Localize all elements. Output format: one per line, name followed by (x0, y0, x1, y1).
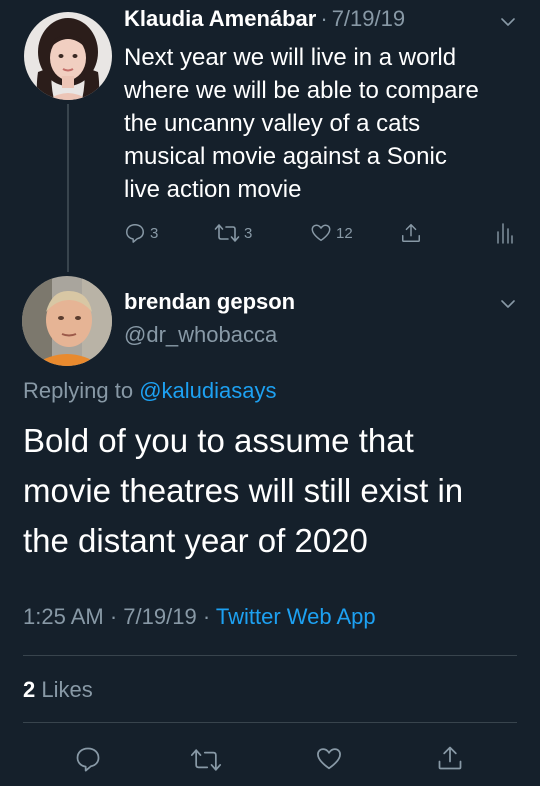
tweet2-author-name[interactable]: brendan gepson (124, 289, 295, 315)
retweet-icon (190, 746, 222, 774)
tweet2-meta: 1:25 AM · 7/19/19 · Twitter Web App (23, 604, 376, 630)
tweet1-separator: · (320, 6, 328, 31)
tweet1-like-count: 12 (336, 224, 353, 242)
tweet1-retweet-button[interactable]: 3 (214, 222, 252, 244)
like-icon (310, 222, 332, 244)
avatar-klaudia[interactable] (24, 12, 112, 100)
tweet2-time: 1:25 AM (23, 604, 104, 629)
share-icon (436, 743, 464, 773)
reply-icon (124, 222, 146, 244)
replying-to-handle[interactable]: @kaludiasays (139, 378, 276, 403)
likes-count: 2 (23, 677, 36, 702)
tweet2-date: 7/19/19 (123, 604, 197, 629)
avatar-brendan[interactable] (22, 276, 112, 366)
tweet2-text: Bold of you to assume that movie theatre… (23, 422, 464, 559)
reply-button[interactable] (74, 745, 102, 773)
replying-to-prefix: Replying to (23, 378, 134, 403)
share-icon (400, 222, 422, 244)
tweet2-meta-sep1: · (109, 604, 118, 629)
retweet-icon (214, 222, 240, 244)
tweet1-text: Next year we will live in a world where … (124, 44, 479, 203)
tweet1-date[interactable]: 7/19/19 (332, 6, 405, 32)
like-button[interactable] (315, 745, 343, 773)
tweet1-reply-button[interactable]: 3 (124, 222, 158, 244)
tweet1-retweet-count: 3 (244, 224, 253, 242)
thread-connector-line (67, 104, 69, 272)
tweet1-like-button[interactable]: 12 (310, 222, 353, 244)
divider-bottom (23, 722, 517, 723)
share-button[interactable] (436, 743, 464, 773)
tweet1-author-name[interactable]: Klaudia Amenábar (124, 6, 316, 32)
likes-label: Likes (41, 677, 93, 702)
tweet1-share-button[interactable] (400, 222, 422, 244)
divider-top (23, 655, 517, 656)
tweet1-header: Klaudia Amenábar · 7/19/19 (124, 6, 405, 36)
chevron-down-icon[interactable] (500, 296, 516, 312)
tweet1-analytics-button[interactable] (496, 222, 514, 244)
likes-summary[interactable]: 2 Likes (23, 677, 93, 703)
tweet2-source-link[interactable]: Twitter Web App (216, 604, 376, 629)
reply-icon (74, 745, 102, 773)
replying-to-line: Replying to @kaludiasays (23, 378, 277, 404)
analytics-icon (496, 222, 514, 244)
chevron-down-icon[interactable] (500, 14, 516, 30)
retweet-button[interactable] (190, 746, 222, 774)
like-icon (315, 745, 343, 773)
tweet2-meta-sep2: · (202, 604, 211, 629)
tweet1-reply-count: 3 (150, 224, 159, 242)
tweet2-handle[interactable]: @dr_whobacca (124, 322, 277, 348)
